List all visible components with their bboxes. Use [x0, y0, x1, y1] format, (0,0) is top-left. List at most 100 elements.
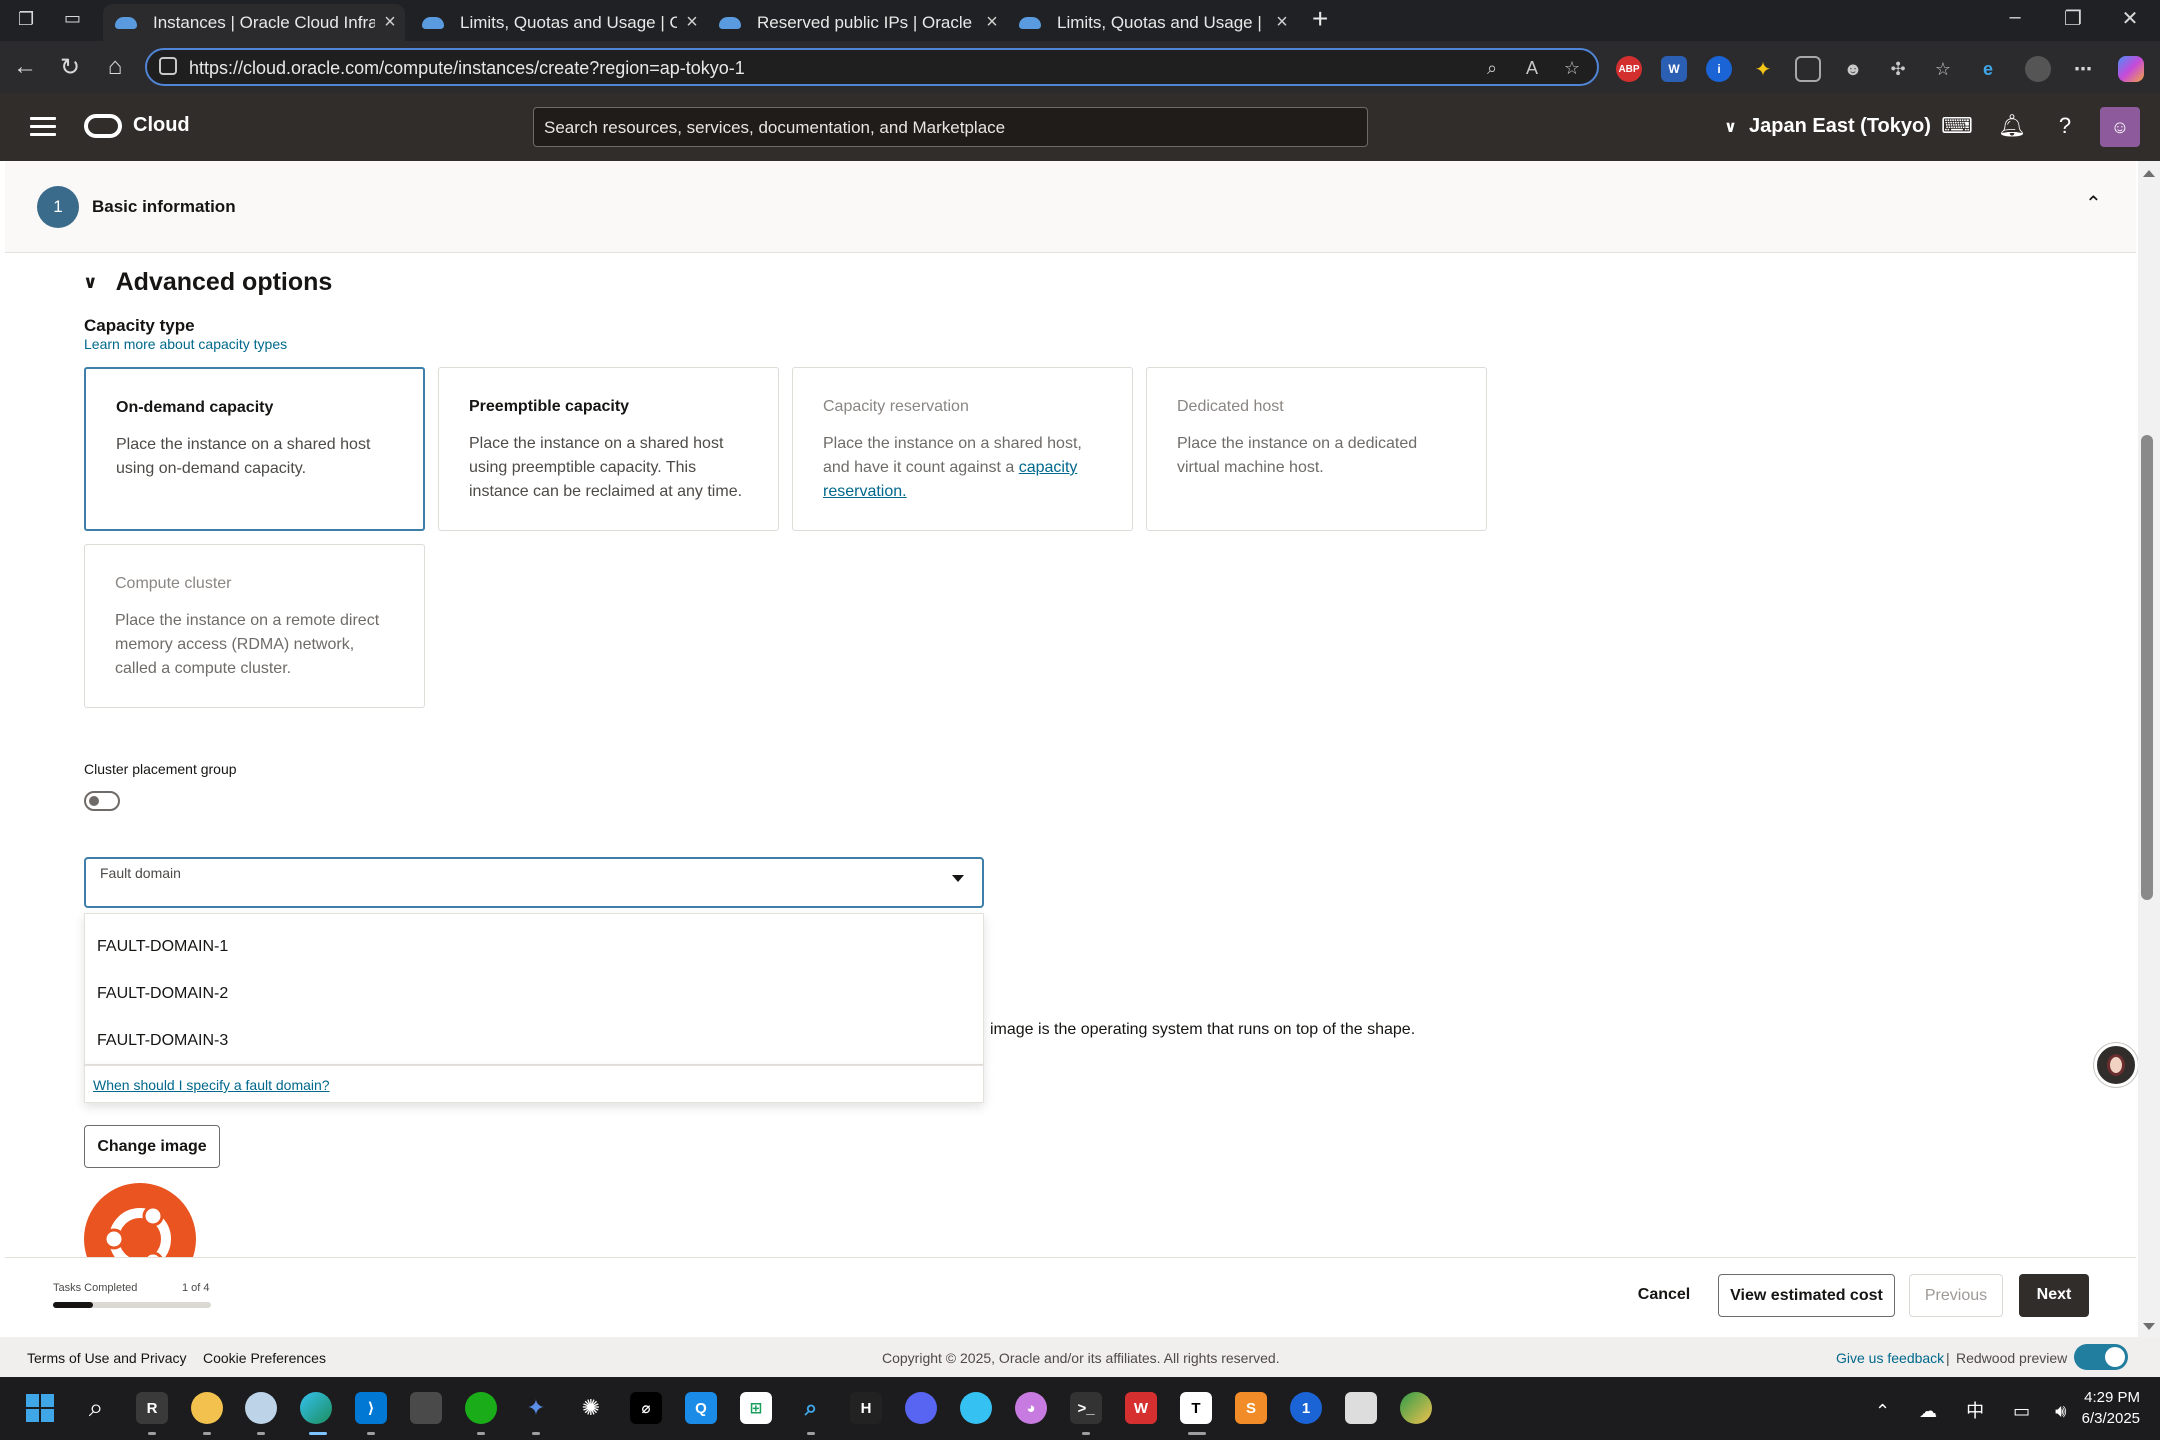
windows-start-icon[interactable]	[24, 1392, 56, 1424]
redwood-preview-toggle[interactable]	[2074, 1344, 2128, 1370]
gemini-icon[interactable]: ✦	[520, 1392, 552, 1424]
region-selector[interactable]: ∨ Japan East (Tokyo)	[1724, 115, 1931, 138]
close-tab-icon[interactable]: ×	[375, 11, 405, 34]
basic-information-step[interactable]: 1 Basic information ⌃	[5, 161, 2136, 253]
help-icon[interactable]: ?	[2050, 113, 2080, 139]
cancel-button[interactable]: Cancel	[1624, 1274, 1704, 1317]
ime-indicator[interactable]: 中	[1966, 1401, 1984, 1421]
globe-app-icon[interactable]	[1400, 1392, 1432, 1424]
fault-domain-option[interactable]: FAULT-DOMAIN-1	[97, 938, 228, 956]
workspaces-icon[interactable]: ❐	[18, 9, 34, 30]
running-indicator	[309, 1432, 327, 1435]
back-icon[interactable]: ←	[10, 53, 40, 81]
new-tab-icon[interactable]: +	[1312, 3, 1328, 35]
view-estimated-cost-button[interactable]: View estimated cost	[1718, 1274, 1895, 1317]
collections-icon[interactable]: e	[1975, 56, 2001, 82]
onedrive-icon[interactable]: ☁	[1919, 1401, 1937, 1421]
copilot-icon[interactable]	[2118, 56, 2144, 82]
fault-domain-option[interactable]: FAULT-DOMAIN-3	[97, 1032, 228, 1050]
wps-icon[interactable]: W	[1125, 1392, 1157, 1424]
avatar-app-icon[interactable]	[1345, 1392, 1377, 1424]
fault-domain-help-link[interactable]: When should I specify a fault domain?	[93, 1077, 330, 1093]
more-menu-icon[interactable]: ⋯	[2070, 56, 2096, 82]
cluster-placement-toggle[interactable]	[84, 791, 120, 811]
paint-icon[interactable]	[410, 1392, 442, 1424]
ghost-extension-icon[interactable]: ☻	[1840, 56, 1866, 82]
close-tab-icon[interactable]: ×	[677, 11, 707, 34]
chevron-up-icon[interactable]: ⌃	[2085, 191, 2102, 216]
next-button[interactable]: Next	[2019, 1274, 2089, 1317]
r-studio-icon[interactable]: R	[136, 1392, 168, 1424]
search-icon[interactable]: ⌕	[80, 1392, 112, 1424]
read-aloud-icon[interactable]: A	[1517, 58, 1547, 79]
notifications-bell-icon[interactable]: 🔔︎	[1997, 113, 2027, 139]
scroll-down-icon[interactable]	[2143, 1323, 2155, 1330]
hamburger-menu-icon[interactable]	[30, 117, 56, 137]
discord-icon[interactable]	[905, 1392, 937, 1424]
capacity-card-preemptible[interactable]: Preemptible capacity Place the instance …	[438, 367, 779, 531]
edge-icon[interactable]	[300, 1392, 332, 1424]
fault-domain-select[interactable]: Fault domain	[84, 857, 984, 908]
taskbar-clock[interactable]: 4:29 PM 6/3/2025	[2070, 1387, 2140, 1429]
close-tab-icon[interactable]: ×	[1267, 11, 1297, 34]
typora-icon[interactable]: T	[1180, 1392, 1212, 1424]
url-input[interactable]: https://cloud.oracle.com/compute/instanc…	[145, 48, 1599, 86]
adblock-extension-icon[interactable]: ABP	[1616, 56, 1642, 82]
oracle-logo-icon[interactable]	[84, 114, 122, 138]
capacity-card-on-demand[interactable]: On-demand capacity Place the instance on…	[84, 367, 425, 531]
change-image-button[interactable]: Change image	[84, 1125, 220, 1168]
restore-icon[interactable]: ❐	[2053, 6, 2093, 31]
tab-instances[interactable]: Instances | Oracle Cloud Infrastru ×	[103, 4, 405, 41]
tab-limits-quotas[interactable]: Limits, Quotas and Usage | Oracle ×	[410, 4, 707, 41]
edge-dev-icon[interactable]	[960, 1392, 992, 1424]
extensions-puzzle-icon[interactable]: ✣	[1885, 56, 1911, 82]
feedback-link[interactable]: Give us feedback	[1836, 1350, 1944, 1366]
refresh-icon[interactable]: ↻	[55, 53, 85, 82]
heroku-icon[interactable]: H	[850, 1392, 882, 1424]
profile-avatar-icon[interactable]	[2025, 56, 2051, 82]
minimize-icon[interactable]: –	[1995, 6, 2035, 29]
terminal-icon[interactable]: >_	[1070, 1392, 1102, 1424]
favorites-icon[interactable]: ☆	[1930, 56, 1956, 82]
cursor-app-icon[interactable]: ⌀	[630, 1392, 662, 1424]
browser-icon[interactable]	[245, 1392, 277, 1424]
scrollbar-thumb[interactable]	[2141, 435, 2153, 900]
learn-more-capacity-link[interactable]: Learn more about capacity types	[84, 336, 287, 352]
reader-extension-icon[interactable]	[1795, 56, 1821, 82]
tab-limits-quotas-2[interactable]: Limits, Quotas and Usage | Oracle ×	[1007, 4, 1297, 41]
vscode-icon[interactable]: ⟩	[355, 1392, 387, 1424]
close-window-icon[interactable]: ✕	[2110, 6, 2150, 31]
fault-domain-option[interactable]: FAULT-DOMAIN-2	[97, 985, 228, 1003]
sheets-icon[interactable]: ⊞	[740, 1392, 772, 1424]
chatgpt-icon[interactable]: ✺	[575, 1392, 607, 1424]
user-avatar[interactable]: ☺	[2100, 107, 2140, 147]
volume-icon[interactable]: 🔊︎	[2055, 1401, 2066, 1421]
wechat-icon[interactable]	[465, 1392, 497, 1424]
advanced-options-toggle[interactable]: ∨ Advanced options	[83, 268, 332, 297]
password-extension-icon[interactable]: i	[1706, 56, 1732, 82]
chat-assistant-icon[interactable]	[2094, 1043, 2138, 1087]
cookie-preferences-link[interactable]: Cookie Preferences	[203, 1350, 326, 1366]
tab-actions-icon[interactable]: ▭	[64, 8, 81, 29]
pikachu-extension-icon[interactable]: ✦	[1750, 56, 1776, 82]
global-search-input[interactable]: Search resources, services, documentatio…	[533, 107, 1368, 147]
browser-search-icon[interactable]: ⌕	[795, 1392, 827, 1424]
scroll-up-icon[interactable]	[2143, 170, 2155, 177]
network-icon[interactable]: ▭	[2013, 1401, 2030, 1421]
address-bar-row: ← ↻ ⌂ https://cloud.oracle.com/compute/i…	[0, 41, 2160, 93]
cloud-shell-icon[interactable]: ⌨	[1941, 113, 1973, 139]
sublime-icon[interactable]: S	[1235, 1392, 1267, 1424]
home-icon[interactable]: ⌂	[100, 53, 130, 81]
onepassword-icon[interactable]: 1	[1290, 1392, 1322, 1424]
word-extension-icon[interactable]: W	[1661, 56, 1687, 82]
qq-icon[interactable]: Q	[685, 1392, 717, 1424]
file-explorer-icon[interactable]	[191, 1392, 223, 1424]
cat-app-icon[interactable]: ◕	[1015, 1392, 1047, 1424]
favorite-star-icon[interactable]: ☆	[1557, 58, 1587, 79]
tab-reserved-ips[interactable]: Reserved public IPs | Oracle Clouc ×	[707, 4, 1007, 41]
close-tab-icon[interactable]: ×	[977, 11, 1007, 34]
zoom-icon[interactable]: ⌕	[1477, 58, 1507, 79]
terms-link[interactable]: Terms of Use and Privacy	[27, 1350, 187, 1366]
show-hidden-icons-icon[interactable]: ⌃	[1875, 1401, 1890, 1421]
running-indicator	[148, 1432, 156, 1435]
